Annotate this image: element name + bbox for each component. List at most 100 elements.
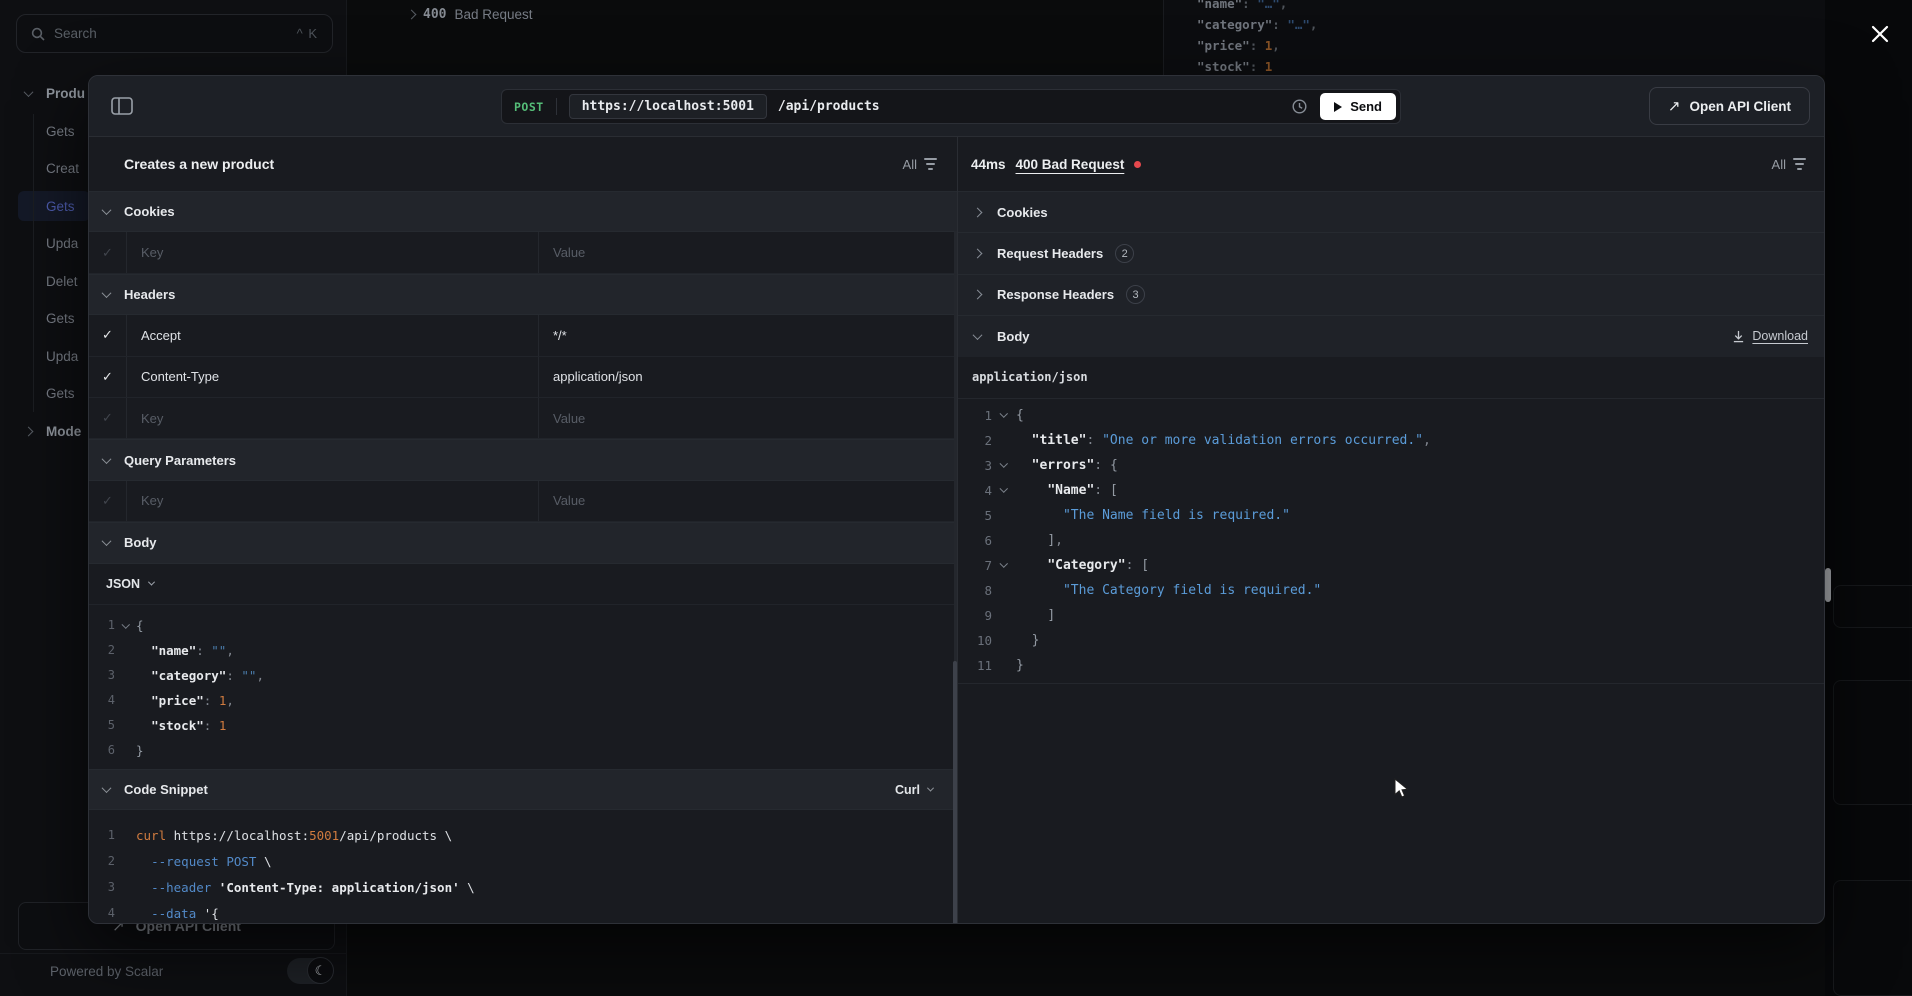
query-param-row: ✓ Key Value: [89, 481, 957, 522]
search-input[interactable]: Search ^ K: [16, 14, 333, 53]
count-badge: 3: [1126, 285, 1145, 304]
snippet-language-select[interactable]: Curl: [895, 783, 957, 797]
sidebar-item-label: Delet: [46, 274, 78, 289]
chevron-down-icon: [102, 205, 112, 215]
sidebar-item-label: Gets: [46, 386, 75, 401]
sidebar-item-label: Produ: [46, 86, 85, 101]
modal-topbar: POST https://localhost:5001 /api/product…: [89, 76, 1824, 137]
base-url-select[interactable]: https://localhost:5001: [569, 94, 767, 119]
search-placeholder: Search: [54, 26, 97, 41]
method-badge: POST: [514, 100, 544, 114]
send-button[interactable]: Send: [1320, 93, 1396, 120]
cookie-row: ✓ Key Value: [89, 232, 957, 273]
moon-icon: ☾: [307, 957, 334, 984]
response-pane: 44ms 400 Bad Request All Cookies Request…: [957, 137, 1825, 924]
count-badge: 2: [1115, 244, 1134, 263]
request-path-input[interactable]: /api/products: [778, 99, 880, 114]
panel-left-icon: [111, 96, 133, 116]
filter-icon: [1793, 158, 1806, 170]
response-headers-section[interactable]: Response Headers 3: [958, 274, 1825, 315]
key-input[interactable]: Content-Type: [127, 357, 539, 397]
chevron-right-icon: [973, 249, 983, 259]
response-status[interactable]: 400 Bad Request: [1016, 157, 1125, 172]
request-headers-section[interactable]: Request Headers 2: [958, 232, 1825, 273]
sidebar-item-label: Creat: [46, 161, 79, 176]
address-bar[interactable]: POST https://localhost:5001 /api/product…: [501, 89, 1401, 124]
doc-status-heading[interactable]: 400 Bad Request: [408, 4, 533, 24]
key-input[interactable]: Key: [127, 232, 539, 272]
body-format-select[interactable]: JSON: [89, 564, 957, 605]
request-pane: Creates a new product All Cookies ✓ Key …: [89, 137, 957, 924]
response-duration: 44ms: [971, 157, 1006, 172]
status-code-label: 400: [423, 7, 446, 22]
row-checkbox[interactable]: ✓: [89, 481, 127, 521]
page-scrollbar-thumb[interactable]: [1825, 568, 1831, 602]
example-card: [1833, 585, 1912, 628]
chevron-down-icon: [24, 87, 34, 97]
arrow-up-right-icon: ↗: [1668, 97, 1681, 115]
history-icon[interactable]: [1291, 98, 1308, 115]
dark-mode-toggle[interactable]: ☾: [287, 958, 333, 984]
chevron-right-icon: [973, 207, 983, 217]
header-row-accept: ✓ Accept */*: [89, 315, 957, 356]
header-row-content-type: ✓ Content-Type application/json: [89, 357, 957, 398]
key-input[interactable]: Key: [127, 398, 539, 438]
operation-title: Creates a new product: [124, 156, 274, 172]
page-right-margin: [1825, 0, 1912, 996]
query-params-section-header[interactable]: Query Parameters: [89, 439, 957, 480]
chevron-down-icon: [102, 536, 112, 546]
powered-by-label: Powered by Scalar: [50, 964, 163, 979]
search-icon: [31, 27, 45, 41]
value-input[interactable]: Value: [539, 481, 957, 521]
sidebar-toggle-button[interactable]: [109, 94, 135, 118]
status-error-dot: [1134, 161, 1141, 168]
request-body-editor[interactable]: 1{2 "name": "",3 "category": "",4 "price…: [89, 605, 957, 769]
chevron-down-icon: [927, 785, 934, 792]
download-icon: [1732, 330, 1745, 343]
response-body-section[interactable]: Body Download: [958, 315, 1825, 356]
response-body-viewer[interactable]: 1{2 "title": "One or more validation err…: [958, 399, 1825, 684]
chevron-down-icon: [102, 288, 112, 298]
body-section-header[interactable]: Body: [89, 522, 957, 563]
close-icon: [1870, 24, 1890, 44]
filter-icon: [924, 158, 937, 170]
mouse-cursor: [1394, 778, 1411, 805]
row-checkbox[interactable]: ✓: [89, 357, 127, 397]
close-button[interactable]: [1862, 16, 1898, 52]
key-input[interactable]: Key: [127, 481, 539, 521]
value-input[interactable]: application/json: [539, 357, 957, 397]
code-snippet-section-header[interactable]: Code Snippet Curl: [89, 769, 957, 810]
sidebar-footer-divider: [0, 953, 347, 954]
sidebar-item-label: Gets: [46, 311, 75, 326]
play-icon: [1334, 102, 1342, 112]
download-link[interactable]: Download: [1732, 329, 1825, 343]
row-checkbox[interactable]: ✓: [89, 315, 127, 355]
chevron-right-icon: [407, 9, 417, 19]
response-content-type: application/json: [958, 357, 1825, 399]
sidebar-item-label: Mode: [46, 424, 81, 439]
sidebar-item-label: Gets: [46, 199, 75, 214]
example-card: [1833, 680, 1912, 805]
chevron-right-icon: [973, 290, 983, 300]
headers-section-header[interactable]: Headers: [89, 274, 957, 315]
value-input[interactable]: Value: [539, 398, 957, 438]
header-row-empty: ✓ Key Value: [89, 398, 957, 439]
cookies-section-header[interactable]: Cookies: [89, 191, 957, 232]
response-filter-button[interactable]: All: [1772, 157, 1806, 172]
code-snippet-block: 1curl https://localhost:5001/api/product…: [89, 810, 957, 924]
request-filter-button[interactable]: All: [903, 157, 937, 172]
key-input[interactable]: Accept: [127, 315, 539, 355]
chevron-down-icon: [102, 454, 112, 464]
response-cookies-section[interactable]: Cookies: [958, 191, 1825, 232]
row-checkbox[interactable]: ✓: [89, 232, 127, 272]
search-shortcut: ^ K: [297, 26, 318, 41]
sidebar-item-label: Upda: [46, 236, 78, 251]
chevron-down-icon: [102, 783, 112, 793]
sidebar-item-label: Gets: [46, 124, 75, 139]
row-checkbox[interactable]: ✓: [89, 398, 127, 438]
value-input[interactable]: Value: [539, 232, 957, 272]
value-input[interactable]: */*: [539, 315, 957, 355]
divider: [556, 98, 557, 115]
open-api-client-button[interactable]: ↗ Open API Client: [1649, 87, 1810, 125]
chevron-down-icon: [148, 579, 155, 586]
